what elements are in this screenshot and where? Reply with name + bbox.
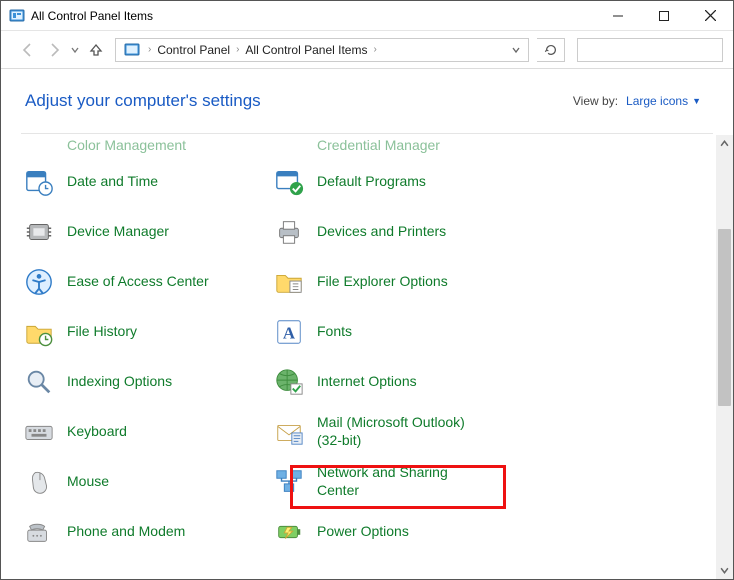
close-button[interactable] [687,1,733,30]
item-label: Credential Manager [317,137,440,155]
item-label: Internet Options [317,373,417,391]
item-label: Default Programs [317,173,426,191]
scroll-track[interactable] [716,152,733,562]
default-programs-icon [273,166,305,198]
control-panel-item[interactable]: Phone and Modem [23,507,253,557]
scroll-down-button[interactable] [716,562,733,579]
mail-icon [273,416,305,448]
control-panel-item[interactable]: Device Manager [23,207,253,257]
address-dropdown[interactable] [508,46,524,54]
internet-options-icon [273,366,305,398]
control-panel-icon [9,8,25,24]
indexing-options-icon [23,366,55,398]
svg-text:A: A [283,323,296,342]
back-button[interactable] [17,39,39,61]
breadcrumb-current[interactable]: All Control Panel Items [243,41,369,59]
control-panel-item[interactable]: Mail (Microsoft Outlook) (32-bit) [273,407,503,457]
items-column-left: Color Management Date and Time Device Mana… [23,135,253,557]
control-panel-item[interactable]: Network and Sharing Center [273,457,503,507]
item-label: Power Options [317,523,409,541]
item-label: Devices and Printers [317,223,446,241]
view-by-value: Large icons [626,94,688,108]
view-by-dropdown[interactable]: Large icons ▼ [626,94,701,108]
control-panel-icon [124,42,140,58]
devices-printers-icon [273,216,305,248]
item-label: Indexing Options [67,373,172,391]
breadcrumb-root[interactable]: Control Panel [155,41,232,59]
view-by-label: View by: [573,94,618,108]
device-manager-icon [23,216,55,248]
search-input[interactable] [584,42,734,58]
item-label: Device Manager [67,223,169,241]
items-column-right: Credential Manager Default Programs Device… [273,135,503,557]
credential-manager-icon [273,137,305,149]
title-bar: All Control Panel Items [1,1,733,31]
control-panel-item[interactable]: Mouse [23,457,253,507]
vertical-scrollbar[interactable] [716,135,733,579]
scroll-up-button[interactable] [716,135,733,152]
control-panel-item[interactable]: A Fonts [273,307,503,357]
address-bar[interactable]: › Control Panel › All Control Panel Item… [115,38,529,62]
item-label: Date and Time [67,173,158,191]
up-button[interactable] [85,42,107,58]
maximize-button[interactable] [641,1,687,30]
page-title: Adjust your computer's settings [25,91,573,111]
control-panel-item[interactable]: File History [23,307,253,357]
items-panel: Color Management Date and Time Device Mana… [1,135,716,579]
fonts-icon: A [273,316,305,348]
mouse-icon [23,466,55,498]
control-panel-item[interactable]: Keyboard [23,407,253,457]
recent-locations-dropdown[interactable] [69,46,81,54]
control-panel-item[interactable]: Color Management [23,135,253,157]
item-label: File History [67,323,137,341]
network-sharing-icon [273,466,305,498]
window-controls [595,1,733,30]
control-panel-item[interactable]: Ease of Access Center [23,257,253,307]
chevron-right-icon[interactable]: › [369,44,380,55]
scroll-thumb[interactable] [718,229,731,406]
control-panel-item[interactable]: Credential Manager [273,135,503,157]
refresh-button[interactable] [537,38,565,62]
window-title: All Control Panel Items [31,9,595,23]
item-label: Mail (Microsoft Outlook) (32-bit) [317,414,493,449]
item-label: Keyboard [67,423,127,441]
content-area: Color Management Date and Time Device Mana… [1,135,733,579]
control-panel-item[interactable]: Internet Options [273,357,503,407]
keyboard-icon [23,416,55,448]
chevron-right-icon[interactable]: › [232,44,243,55]
phone-modem-icon [23,516,55,548]
ease-of-access-icon [23,266,55,298]
file-history-icon [23,316,55,348]
item-label: Ease of Access Center [67,273,209,291]
forward-button[interactable] [43,39,65,61]
control-panel-item[interactable]: File Explorer Options [273,257,503,307]
settings-header: Adjust your computer's settings View by:… [1,69,733,133]
control-panel-item[interactable]: Devices and Printers [273,207,503,257]
control-panel-item[interactable]: Power Options [273,507,503,557]
item-label: Phone and Modem [67,523,185,541]
color-management-icon [23,137,55,149]
file-explorer-options-icon [273,266,305,298]
navigation-bar: › Control Panel › All Control Panel Item… [1,31,733,69]
item-label: Mouse [67,473,109,491]
separator [21,133,713,134]
chevron-down-icon: ▼ [692,96,701,106]
control-panel-item[interactable]: Date and Time [23,157,253,207]
minimize-button[interactable] [595,1,641,30]
control-panel-item[interactable]: Default Programs [273,157,503,207]
chevron-right-icon[interactable]: › [144,44,155,55]
search-box[interactable] [577,38,723,62]
control-panel-item[interactable]: Indexing Options [23,357,253,407]
power-options-icon [273,516,305,548]
item-label: Fonts [317,323,352,341]
item-label: Network and Sharing Center [317,464,493,499]
item-label: Color Management [67,137,186,155]
date-time-icon [23,166,55,198]
item-label: File Explorer Options [317,273,448,291]
